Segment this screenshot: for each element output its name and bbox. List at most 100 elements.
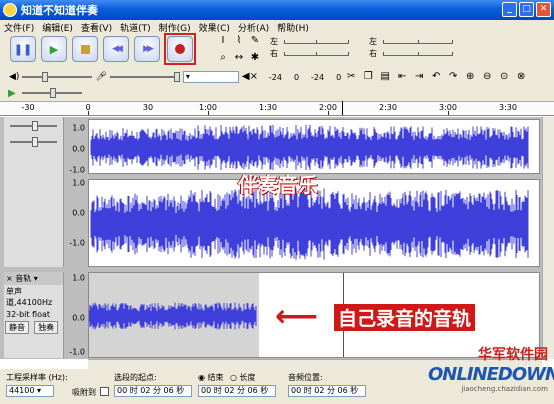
record-icon [175, 44, 185, 54]
meter-left-bar [284, 39, 349, 44]
play-button[interactable]: ▶ [41, 36, 67, 62]
accompaniment-amplitude-scale: 1.0 0.0 -1.0 1.0 0.0 -1.0 [69, 123, 85, 248]
menu-view[interactable]: 查看(V) [77, 21, 116, 34]
meter-left-label-2: 左 [369, 36, 377, 46]
copy-icon[interactable]: ❐ [361, 71, 375, 83]
arrow-left-icon: ⟵ [275, 299, 319, 334]
meter-right-label: 右 [270, 48, 278, 58]
fit-project-icon[interactable]: ⊗ [514, 71, 528, 83]
play-icon: ▶ [49, 42, 59, 56]
microphone-icon: 🎤︎ [95, 72, 107, 82]
track-info-format: 32-bit float [6, 310, 51, 319]
meter-left-label: 左 [270, 36, 278, 46]
skip-to-end-button[interactable]: ▶▶ [134, 36, 160, 62]
vertical-scrollbar[interactable] [542, 117, 554, 359]
ruler-tick: 3:30 [499, 103, 517, 112]
menu-effect[interactable]: 效果(C) [195, 21, 234, 34]
accompaniment-track-panel[interactable] [4, 117, 64, 267]
fit-selection-icon[interactable]: ⊙ [497, 71, 511, 83]
tracks-area: 1.0 0.0 -1.0 1.0 0.0 -1.0 伴奏音乐 × 音轨 ▾ 单声… [0, 117, 554, 359]
envelope-tool-icon[interactable]: ⌇ [232, 34, 246, 49]
timeshift-tool-icon[interactable]: ↔ [232, 51, 246, 66]
trim-icon[interactable]: ⇤ [395, 71, 409, 83]
level-meter: 左 左 右 右 [270, 35, 554, 63]
maximize-button[interactable]: □ [519, 2, 534, 17]
redo-icon[interactable]: ↷ [446, 71, 460, 83]
input-volume-slider[interactable] [109, 72, 180, 82]
skip-end-icon: ▶▶ [143, 44, 154, 54]
watermark-logo: 华军软件园 ONLINEDOWN jiaocheng.chazidian.com [428, 347, 554, 393]
stop-button[interactable] [72, 36, 98, 62]
audio-position-field[interactable]: 00 时 02 分 06 秒 [288, 385, 366, 397]
track-mute-button[interactable]: 静音 [5, 321, 29, 334]
paste-icon[interactable]: ▤ [378, 71, 392, 83]
record-button[interactable] [167, 36, 193, 62]
mixer-row: ◀) 🎤︎ ▾ ◀× -24 0 -24 0 ✂ ❐ ▤ ⇤ ⇥ ↶ ↷ ⊕ ⊖… [0, 70, 554, 84]
project-rate-select[interactable]: 44100 ▾ [6, 385, 54, 397]
selection-start-field[interactable]: 00 时 02 分 06 秒 [114, 385, 192, 397]
pause-button[interactable]: ❚❚ [10, 36, 36, 62]
menu-bar: 文件(F) 编辑(E) 查看(V) 轨道(T) 制作(G) 效果(C) 分析(A… [0, 20, 554, 34]
cut-icon[interactable]: ✂ [344, 71, 358, 83]
output-volume-slider[interactable] [22, 72, 93, 82]
selection-end-field[interactable]: 00 时 02 分 06 秒 [198, 385, 276, 397]
silence-icon[interactable]: ⇥ [412, 71, 426, 83]
multi-tool-icon[interactable]: ✱ [248, 51, 262, 66]
end-radio[interactable]: ◉ 结束 [198, 372, 224, 383]
menu-file[interactable]: 文件(F) [0, 21, 38, 34]
accompaniment-annotation: 伴奏音乐 [238, 173, 318, 197]
play-at-speed-row: ▶ [8, 87, 82, 99]
undo-icon[interactable]: ↶ [429, 71, 443, 83]
title-bar: 知道不知道伴奏 _ □ ✕ [0, 0, 554, 20]
audio-position-label: 音频位置: [288, 373, 323, 382]
menu-edit[interactable]: 编辑(E) [38, 21, 77, 34]
menu-analyze[interactable]: 分析(A) [234, 21, 273, 34]
accompaniment-waveform-left[interactable] [88, 119, 540, 174]
zoom-tool-icon[interactable]: ⌕ [216, 51, 230, 66]
snap-to-label: 吸附到 [72, 388, 96, 397]
meter-right-bar [284, 51, 349, 56]
skip-start-icon: ◀◀ [112, 44, 123, 54]
window-title: 知道不知道伴奏 [21, 4, 98, 17]
stop-icon [80, 44, 90, 54]
track-name-menu[interactable]: × 音轨 ▾ [4, 272, 63, 285]
ruler-tick: -30 [21, 103, 35, 112]
recording-track-panel[interactable]: × 音轨 ▾ 单声道,44100Hz 32-bit float 静音 独奏 [4, 272, 64, 358]
track-info-rate: 单声道,44100Hz [6, 287, 53, 307]
recording-amplitude-scale: 1.0 0.0 -1.0 [69, 273, 85, 357]
toolbar: ❚❚ ▶ ◀◀ ▶▶ I ⌇ ✎ ⌕ ↔ ✱ 左 左 右 右 ◀) 🎤︎ ▾ ◀… [0, 33, 554, 102]
snap-to-checkbox[interactable] [100, 387, 109, 396]
selection-tool-icon[interactable]: I [216, 34, 230, 49]
mute-track-icon[interactable]: ◀× [242, 71, 258, 83]
ruler-tick: 1:30 [259, 103, 277, 112]
record-highlight-box [164, 33, 196, 65]
timeline-ruler[interactable]: -30 0 30 1:00 1:30 2:00 2:30 3:00 3:30 [0, 101, 554, 116]
menu-help[interactable]: 帮助(H) [273, 21, 313, 34]
menu-tracks[interactable]: 轨道(T) [116, 21, 155, 34]
recording-annotation: 自己录音的音轨 [334, 304, 476, 331]
transport-controls: ❚❚ ▶ ◀◀ ▶▶ [10, 33, 196, 65]
close-button[interactable]: ✕ [536, 2, 551, 17]
skip-to-start-button[interactable]: ◀◀ [103, 36, 129, 62]
length-radio[interactable]: ○ 长度 [230, 372, 256, 383]
pause-icon: ❚❚ [13, 42, 33, 56]
zoom-out-icon[interactable]: ⊖ [480, 71, 494, 83]
ruler-tick: 30 [142, 103, 154, 112]
selection-start-label: 选段的起点: [114, 373, 157, 382]
playhead-cursor [342, 101, 343, 115]
input-source-select[interactable]: ▾ [182, 71, 239, 83]
meter-left-bar-2 [383, 39, 453, 44]
meter-right-label-2: 右 [369, 48, 377, 58]
playback-speed-slider[interactable] [21, 88, 82, 98]
app-icon [3, 3, 17, 17]
menu-generate[interactable]: 制作(G) [155, 21, 195, 34]
meter-scale: -24 0 -24 0 [268, 72, 342, 82]
minimize-button[interactable]: _ [502, 2, 517, 17]
track-solo-button[interactable]: 独奏 [34, 321, 59, 334]
project-rate-label: 工程采样率 (Hz): [6, 373, 68, 382]
tools-palette: I ⌇ ✎ ⌕ ↔ ✱ [216, 34, 266, 66]
meter-right-bar-2 [383, 51, 453, 56]
zoom-in-icon[interactable]: ⊕ [463, 71, 477, 83]
draw-tool-icon[interactable]: ✎ [248, 34, 262, 49]
play-at-speed-icon[interactable]: ▶ [8, 88, 16, 99]
